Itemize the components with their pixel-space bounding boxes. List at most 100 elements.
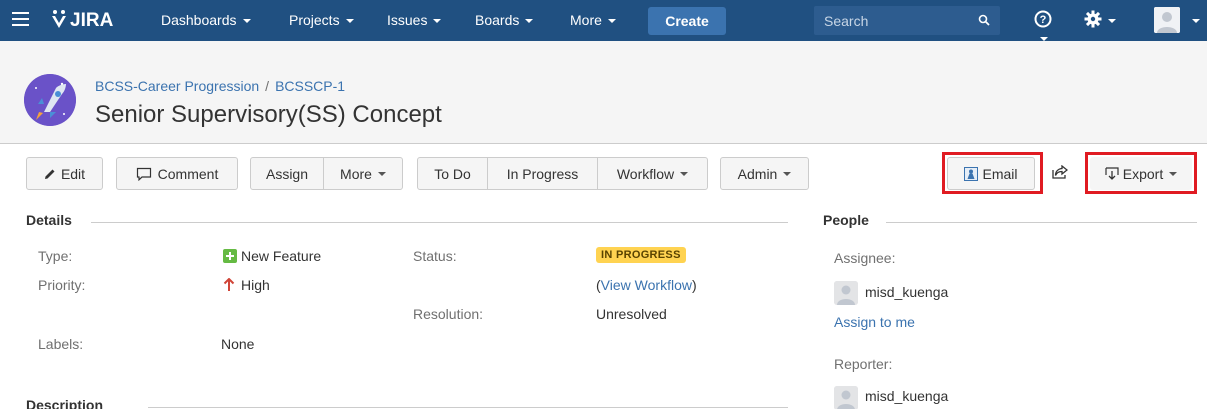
assignee-label: Assignee: — [834, 250, 896, 266]
priority-value: High — [223, 277, 270, 293]
chevron-down-icon[interactable] — [1192, 19, 1200, 23]
search-input[interactable]: Search — [814, 6, 1000, 35]
more-actions-button[interactable]: More — [323, 157, 403, 190]
gear-icon — [1084, 10, 1102, 28]
settings-menu[interactable] — [1084, 10, 1122, 30]
people-heading: People — [823, 212, 869, 228]
details-divider — [91, 222, 788, 223]
chevron-down-icon — [433, 19, 442, 24]
create-button[interactable]: Create — [648, 7, 726, 35]
chevron-down-icon — [377, 171, 386, 176]
app-switcher-menu-icon[interactable] — [12, 12, 29, 27]
nav-boards[interactable]: Boards — [475, 12, 534, 28]
admin-button[interactable]: Admin — [720, 157, 809, 190]
chevron-down-icon — [1108, 19, 1116, 24]
admin-button-label: Admin — [737, 165, 778, 182]
breadcrumb-separator: / — [265, 78, 270, 94]
user-placeholder-icon — [834, 281, 858, 305]
nav-dashboards-label: Dashboards — [161, 12, 237, 28]
edit-button[interactable]: Edit — [26, 157, 103, 190]
people-divider — [886, 222, 1197, 223]
chevron-down-icon — [525, 19, 534, 24]
comment-icon — [136, 167, 151, 181]
nav-boards-label: Boards — [475, 12, 520, 28]
chevron-down-icon — [1169, 171, 1178, 176]
page-title: Senior Supervisory(SS) Concept — [95, 101, 442, 128]
resolution-value: Unresolved — [596, 306, 667, 322]
user-avatar[interactable] — [1154, 7, 1180, 33]
chevron-down-icon — [680, 171, 689, 176]
view-workflow: (View Workflow) — [596, 277, 697, 293]
reporter-label: Reporter: — [834, 356, 893, 372]
jira-logo[interactable]: JIRA — [50, 9, 113, 32]
jira-logo-icon — [52, 10, 66, 28]
assign-button[interactable]: Assign — [250, 157, 324, 190]
email-button[interactable]: Email — [947, 157, 1035, 190]
comment-button-label: Comment — [157, 165, 219, 182]
edit-button-label: Edit — [60, 165, 86, 182]
breadcrumb: BCSS-Career Progression / BCSSCP-1 — [95, 78, 345, 94]
logo-text: JIRA — [70, 10, 114, 31]
breadcrumb-project-link[interactable]: BCSS-Career Progression — [95, 78, 259, 94]
assignee-avatar — [834, 281, 858, 305]
status-label: Status: — [413, 248, 457, 264]
chevron-down-icon — [242, 19, 251, 24]
reporter-name[interactable]: misd_kuenga — [865, 388, 948, 404]
nav-more-label: More — [570, 12, 602, 28]
resolution-label: Resolution: — [413, 306, 484, 322]
workflow-button-label: Workflow — [616, 165, 675, 182]
nav-dashboards[interactable]: Dashboards — [161, 12, 251, 28]
new-feature-icon — [223, 249, 237, 263]
todo-button[interactable]: To Do — [417, 157, 488, 190]
user-placeholder-icon — [834, 386, 858, 409]
priority-value-text: High — [241, 277, 270, 293]
email-icon — [964, 166, 979, 181]
nav-issues-label: Issues — [387, 12, 428, 28]
export-button-label: Export — [1122, 165, 1164, 182]
description-heading: Description — [26, 397, 104, 409]
type-value: New Feature — [223, 248, 321, 264]
status-badge: IN PROGRESS — [596, 247, 686, 263]
nav-more[interactable]: More — [570, 12, 616, 28]
email-button-label: Email — [982, 165, 1018, 182]
workflow-group: To Do In Progress Workflow — [417, 157, 708, 190]
nav-projects[interactable]: Projects — [289, 12, 354, 28]
rocket-icon — [24, 74, 76, 126]
view-workflow-link[interactable]: View Workflow — [601, 277, 692, 293]
reporter-avatar — [834, 386, 858, 409]
chevron-down-icon — [783, 171, 792, 176]
workflow-button[interactable]: Workflow — [597, 157, 708, 190]
labels-label: Labels: — [38, 336, 84, 352]
assign-to-me-link[interactable]: Assign to me — [834, 314, 915, 330]
share-icon[interactable] — [1052, 164, 1070, 181]
paren-close: ) — [691, 277, 697, 293]
type-label: Type: — [38, 248, 73, 264]
description-divider — [148, 407, 788, 408]
breadcrumb-issue-link[interactable]: BCSSCP-1 — [275, 78, 345, 94]
search-icon[interactable] — [978, 14, 990, 26]
nav-issues[interactable]: Issues — [387, 12, 442, 28]
assignee-name[interactable]: misd_kuenga — [865, 284, 948, 300]
in-progress-button[interactable]: In Progress — [487, 157, 598, 190]
pencil-icon — [44, 169, 55, 179]
nav-projects-label: Projects — [289, 12, 340, 28]
project-avatar[interactable] — [24, 74, 76, 126]
details-heading: Details — [26, 212, 72, 228]
chevron-down-icon — [607, 19, 616, 24]
help-icon: ? — [1034, 10, 1052, 28]
help-glyph: ? — [1040, 14, 1047, 26]
search-placeholder: Search — [824, 12, 869, 29]
top-navigation-bar: JIRA Dashboards Projects Issues Boards M… — [0, 0, 1207, 41]
labels-value: None — [221, 336, 255, 352]
arrow-up-icon — [223, 277, 235, 291]
export-button[interactable]: Export — [1090, 157, 1192, 190]
help-menu[interactable]: ? — [1034, 10, 1062, 41]
chevron-down-icon — [345, 19, 354, 24]
more-actions-label: More — [340, 165, 372, 182]
issue-header: BCSS-Career Progression / BCSSCP-1 Senior … — [0, 41, 1207, 144]
type-value-text: New Feature — [241, 248, 322, 264]
export-icon — [1105, 166, 1119, 180]
assign-more-group: Assign More — [250, 157, 403, 190]
comment-button[interactable]: Comment — [116, 157, 238, 190]
priority-label: Priority: — [38, 277, 86, 293]
